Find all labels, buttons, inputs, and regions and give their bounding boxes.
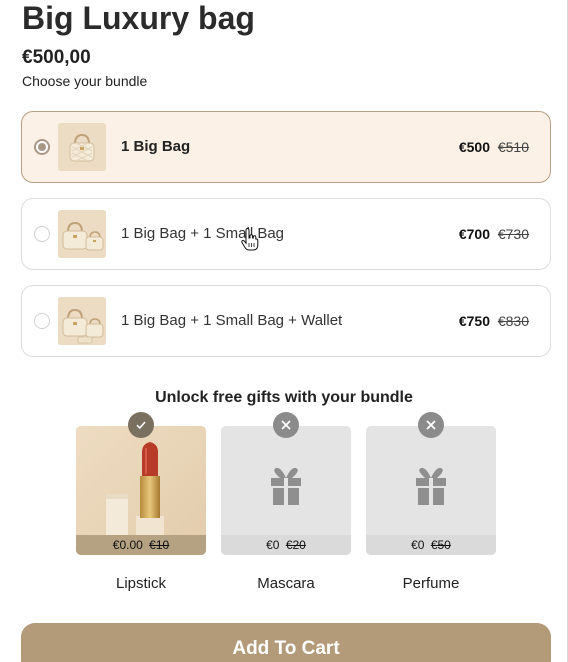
- bundle-price-1: €500: [458, 139, 490, 155]
- gift-card-lipstick[interactable]: €0.00 €10: [76, 426, 206, 555]
- product-page: Big Luxury bag €500,00 Choose your bundl…: [0, 0, 568, 662]
- gift-compare-price-perfume: €50: [430, 538, 451, 552]
- close-icon: [273, 412, 299, 438]
- bundle-option-2[interactable]: 1 Big Bag + 1 Small Bag €700 €730: [21, 198, 551, 270]
- bundle-prompt: Choose your bundle: [22, 73, 148, 89]
- bundle-compare-price-1: €510: [497, 139, 529, 155]
- gift-card-mascara[interactable]: €0 €20: [221, 426, 351, 555]
- bundle-option-1[interactable]: 1 Big Bag €500 €510: [21, 111, 551, 183]
- bundle-price-2: €700: [458, 226, 490, 242]
- gift-name-perfume: Perfume: [402, 575, 460, 592]
- bundle-label-1: 1 Big Bag: [121, 138, 191, 155]
- bundle-price-3: €750: [458, 313, 490, 329]
- product-title: Big Luxury bag: [22, 0, 255, 36]
- bundle-option-3[interactable]: 1 Big Bag + 1 Small Bag + Wallet €750 €8…: [21, 285, 551, 357]
- bundle-compare-price-2: €730: [497, 226, 529, 242]
- bundle-radio-3[interactable]: [34, 313, 50, 329]
- check-icon: [128, 412, 154, 438]
- gift-compare-price-lipstick: €10: [149, 538, 170, 552]
- gift-compare-price-mascara: €20: [285, 538, 306, 552]
- gifts-heading: Unlock free gifts with your bundle: [155, 389, 413, 406]
- gift-price-lipstick: €0.00: [112, 538, 143, 552]
- gift-name-mascara: Mascara: [257, 575, 315, 592]
- product-price: €500,00: [22, 47, 91, 68]
- bundle-radio-1[interactable]: [34, 139, 50, 155]
- add-to-cart-button[interactable]: Add To Cart: [21, 623, 551, 662]
- bundle-label-3: 1 Big Bag + 1 Small Bag + Wallet: [121, 312, 343, 329]
- gift-price-bar-lipstick: €0.00 €10: [76, 535, 206, 555]
- bundle-compare-price-3: €830: [497, 313, 529, 329]
- close-icon: [418, 412, 444, 438]
- gift-price-mascara: €0: [266, 538, 280, 552]
- bundle-thumbnail-2: [58, 210, 106, 258]
- hand-cursor-icon: [241, 228, 259, 251]
- gift-price-bar-mascara: €0 €20: [221, 535, 351, 555]
- gift-price-bar-perfume: €0 €50: [366, 535, 496, 555]
- gift-price-perfume: €0: [411, 538, 425, 552]
- bundle-thumbnail-3: [58, 297, 106, 345]
- gift-name-lipstick: Lipstick: [115, 575, 167, 592]
- bundle-radio-2[interactable]: [34, 226, 50, 242]
- bundle-thumbnail-1: [58, 123, 106, 171]
- gift-card-perfume[interactable]: €0 €50: [366, 426, 496, 555]
